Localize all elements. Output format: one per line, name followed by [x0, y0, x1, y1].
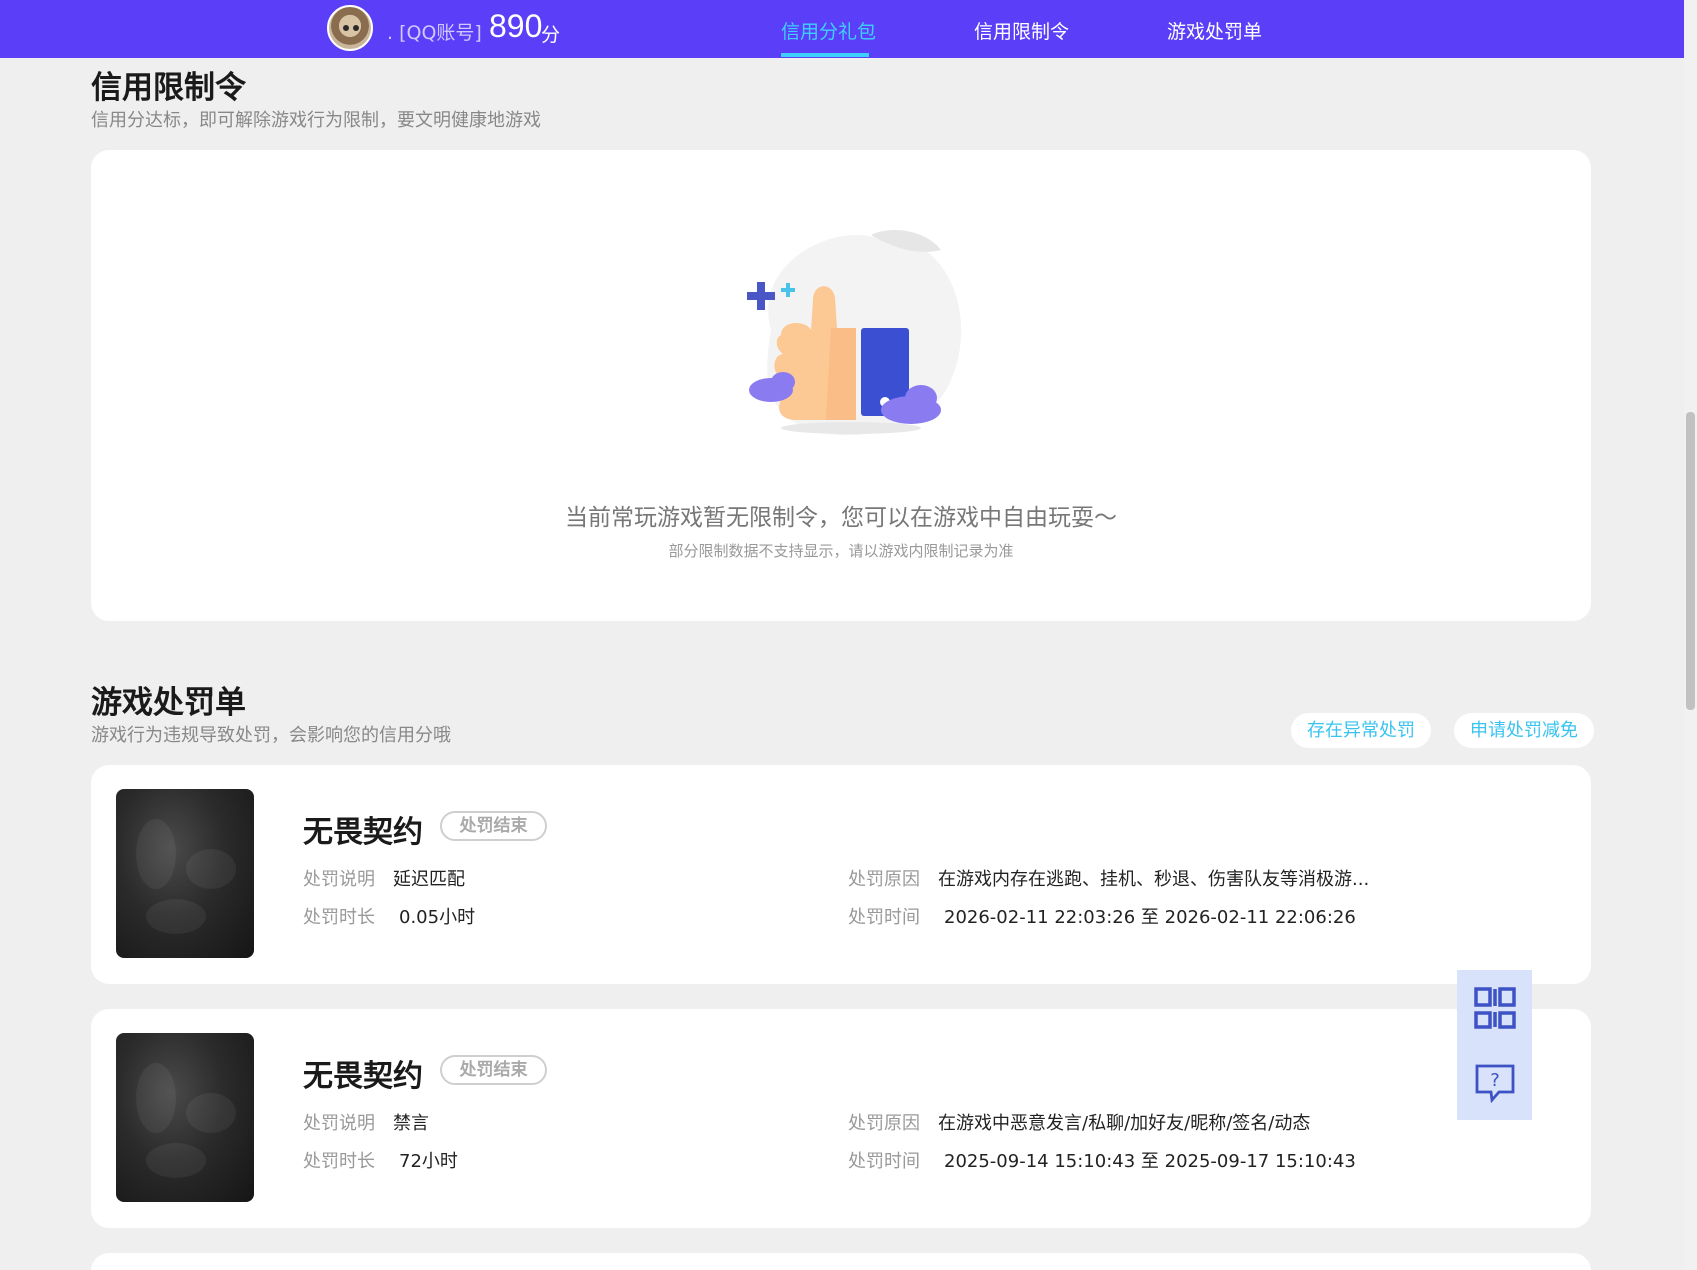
restriction-section-title: 信用限制令 [91, 70, 246, 106]
tab-credit-restriction[interactable]: 信用限制令 [974, 17, 1069, 44]
penalty-card[interactable]: 无畏契约 处罚结束 处罚说明 禁言 处罚时长 72小时 处罚原因 在游戏中恶意发… [91, 1009, 1591, 1228]
active-tab-indicator [781, 53, 869, 57]
restriction-section-subtitle: 信用分达标，即可解除游戏行为限制，要文明健康地游戏 [91, 110, 541, 131]
penalty-card[interactable] [91, 1253, 1591, 1270]
penalty-desc-value: 禁言 [393, 1113, 429, 1134]
penalty-section-subtitle: 游戏行为违规导致处罚，会影响您的信用分哦 [91, 725, 451, 746]
appeal-penalty-button[interactable]: 申请处罚减免 [1454, 713, 1594, 748]
account-type-label: . [QQ账号] [387, 22, 482, 44]
game-name: 无畏契约 [303, 1059, 423, 1094]
game-cover-image [116, 1033, 254, 1202]
penalty-reason-value: 在游戏内存在逃跑、挂机、秒退、伤害队友等消极游... [938, 869, 1370, 890]
penalty-reason-label: 处罚原因 [848, 869, 920, 890]
game-name: 无畏契约 [303, 815, 423, 850]
page: . [QQ账号] 890 分 信用分礼包 信用限制令 游戏处罚单 信用限制令 信… [0, 0, 1697, 1270]
restriction-empty-card: 当前常玩游戏暂无限制令，您可以在游戏中自由玩耍～ 部分限制数据不支持显示，请以游… [91, 150, 1591, 621]
tab-game-penalty[interactable]: 游戏处罚单 [1167, 17, 1262, 44]
help-feedback-button[interactable]: ? [1457, 1045, 1532, 1120]
credit-score-unit: 分 [541, 24, 561, 46]
thumbs-up-illustration-icon [747, 230, 962, 436]
credit-score-value: 890 [489, 8, 543, 44]
game-cover-image [116, 789, 254, 958]
penalty-desc-label: 处罚说明 [303, 869, 375, 890]
penalty-section-title: 游戏处罚单 [91, 685, 246, 721]
top-nav-bar: . [QQ账号] 890 分 信用分礼包 信用限制令 游戏处罚单 [0, 0, 1684, 58]
avatar[interactable] [327, 5, 373, 51]
help-chat-icon: ? [1475, 1064, 1514, 1103]
qr-code-icon [1473, 986, 1516, 1029]
penalty-reason-value: 在游戏中恶意发言/私聊/加好友/昵称/签名/动态 [938, 1113, 1311, 1134]
penalty-duration-value: 72小时 [399, 1151, 458, 1172]
empty-state-note: 部分限制数据不支持显示，请以游戏内限制记录为准 [668, 542, 1014, 560]
penalty-duration-value: 0.05小时 [399, 907, 476, 928]
penalty-duration-label: 处罚时长 [303, 1151, 375, 1172]
penalty-time-label: 处罚时间 [848, 907, 920, 928]
penalty-time-label: 处罚时间 [848, 1151, 920, 1172]
penalty-card[interactable]: 无畏契约 处罚结束 处罚说明 延迟匹配 处罚时长 0.05小时 处罚原因 在游戏… [91, 765, 1591, 984]
penalty-duration-label: 处罚时长 [303, 907, 375, 928]
svg-text:?: ? [1490, 1070, 1500, 1091]
status-badge: 处罚结束 [440, 1055, 547, 1085]
status-badge: 处罚结束 [440, 811, 547, 841]
qr-code-button[interactable] [1457, 970, 1532, 1045]
abnormal-penalty-button[interactable]: 存在异常处罚 [1291, 713, 1431, 748]
penalty-desc-label: 处罚说明 [303, 1113, 375, 1134]
scrollbar-thumb[interactable] [1686, 412, 1695, 710]
penalty-time-value: 2026-02-11 22:03:26 至 2026-02-11 22:06:2… [944, 907, 1356, 928]
tab-credit-gift[interactable]: 信用分礼包 [781, 17, 876, 44]
penalty-time-value: 2025-09-14 15:10:43 至 2025-09-17 15:10:4… [944, 1151, 1356, 1172]
empty-state-title: 当前常玩游戏暂无限制令，您可以在游戏中自由玩耍～ [565, 505, 1117, 531]
penalty-reason-label: 处罚原因 [848, 1113, 920, 1134]
penalty-desc-value: 延迟匹配 [393, 869, 465, 890]
